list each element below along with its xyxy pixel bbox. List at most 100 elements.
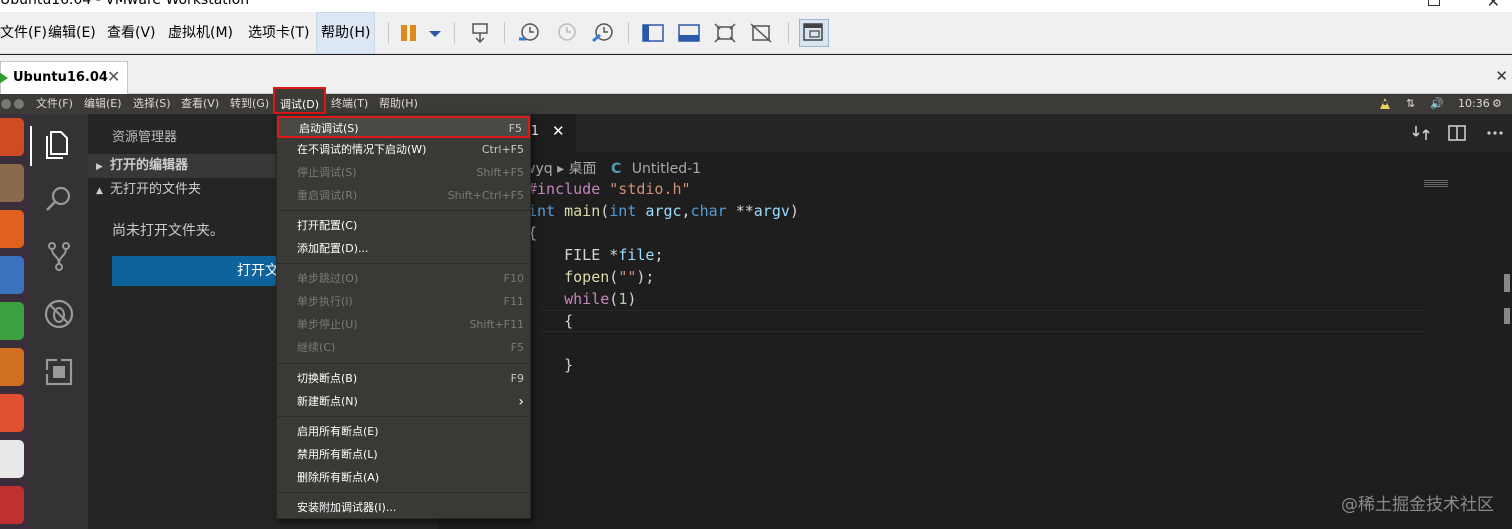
menu-item-label: 安装附加调试器(I)... xyxy=(297,501,397,514)
menu-separator xyxy=(277,363,530,364)
vm-menu-vm[interactable]: 虚拟机(M) xyxy=(164,12,237,54)
unity-launcher xyxy=(0,114,30,529)
vm-menu-edit[interactable]: 编辑(E) xyxy=(44,12,100,54)
debug-menu-dropdown: 启动调试(S) F5 在不调试的情况下启动(W) Ctrl+F5 停止调试(S) Shif… xyxy=(276,114,531,519)
clock[interactable]: 10:36 xyxy=(1458,94,1490,114)
snapshot-manager-icon[interactable] xyxy=(590,21,616,45)
menu-item-label: 添加配置(D)... xyxy=(297,242,369,255)
search-icon[interactable] xyxy=(43,184,75,216)
menu-item-label: 切换断点(B) xyxy=(297,372,358,385)
debug-menu-item[interactable]: 删除所有断点(A) xyxy=(277,467,530,489)
network-icon[interactable]: ⇅ xyxy=(1406,94,1415,114)
settings-icon[interactable] xyxy=(0,486,24,524)
pause-dropdown-icon[interactable] xyxy=(422,21,448,45)
impress-icon[interactable] xyxy=(0,348,24,386)
fullscreen-icon[interactable] xyxy=(712,21,738,45)
firefox-icon[interactable] xyxy=(0,210,24,248)
code-line: int main(int argc,char **argv) xyxy=(528,202,799,220)
debug-menu-item[interactable]: 启动调试(S) F5 xyxy=(277,116,530,138)
menu-item-label: 重启调试(R) xyxy=(297,189,358,202)
debug-menu-item[interactable]: 禁用所有断点(L) xyxy=(277,444,530,466)
vm-menu-help[interactable]: 帮助(H) xyxy=(316,12,376,54)
menu-item-label: 启动调试(S) xyxy=(299,122,359,135)
calc-icon[interactable] xyxy=(0,302,24,340)
volume-icon[interactable]: 🔊 xyxy=(1430,94,1444,114)
menu-item-shortcut: Ctrl+F5 xyxy=(481,143,524,156)
debug-menu-item[interactable]: 添加配置(D)... xyxy=(277,238,530,260)
breadcrumb-item[interactable]: Untitled-1 xyxy=(632,161,701,177)
breadcrumb-item[interactable]: 桌面 xyxy=(569,161,597,177)
close-window-button[interactable]: ✕ xyxy=(1487,0,1500,11)
editor-area: -1 ✕ wyq ▸ 桌面 C Untitled-1 #include "std… xyxy=(438,114,1512,529)
input-method-icon[interactable] xyxy=(1378,94,1392,114)
section-label: 打开的编辑器 xyxy=(110,158,189,173)
maximize-button[interactable] xyxy=(1428,0,1440,6)
code-line: FILE *file; xyxy=(528,246,664,264)
vmware-menubar: 文件(F) 编辑(E) 查看(V) 虚拟机(M) 选项卡(T) 帮助(H) xyxy=(0,12,1512,54)
extensions-icon[interactable] xyxy=(43,356,75,388)
app-menu-selection[interactable]: 选择(S) xyxy=(133,94,171,114)
menu-item-shortcut: Shift+Ctrl+F5 xyxy=(447,189,524,202)
split-editor-icon[interactable] xyxy=(1448,124,1466,142)
app-menu-debug[interactable]: 调试(D) xyxy=(273,87,327,114)
breadcrumb: wyq ▸ 桌面 C Untitled-1 xyxy=(524,158,701,178)
ubuntu-top-panel: 文件(F) 编辑(E) 选择(S) 查看(V) 转到(G) 调试(D) 终端(T… xyxy=(0,87,1512,114)
debug-menu-item[interactable]: 启用所有断点(E) xyxy=(277,421,530,443)
app-menu-file[interactable]: 文件(F) xyxy=(36,94,73,114)
close-icon[interactable]: ✕ xyxy=(1495,67,1508,85)
app-menu-terminal[interactable]: 终端(T) xyxy=(331,94,368,114)
explorer-icon[interactable] xyxy=(43,128,75,160)
close-icon[interactable]: ✕ xyxy=(552,122,565,140)
close-tab-icon[interactable]: ✕ xyxy=(107,67,120,86)
show-thumbnail-icon[interactable] xyxy=(676,21,702,45)
debug-menu-item[interactable]: 安装附加调试器(I)... xyxy=(277,497,530,519)
source-control-icon[interactable] xyxy=(43,240,75,272)
amazon-icon[interactable] xyxy=(0,440,24,478)
debug-menu-item[interactable]: 在不调试的情况下启动(W) Ctrl+F5 xyxy=(277,139,530,161)
writer-icon[interactable] xyxy=(0,256,24,294)
software-center-icon[interactable] xyxy=(0,394,24,432)
more-actions-icon[interactable] xyxy=(1486,124,1504,142)
ubuntu-dash-icon[interactable] xyxy=(0,118,24,156)
window-minimize-icon[interactable] xyxy=(14,99,24,109)
editor-tab-bar: -1 ✕ xyxy=(438,114,1512,152)
vm-menu-tabs[interactable]: 选项卡(T) xyxy=(244,12,313,54)
debug-menu-item[interactable]: 新建断点(N) › xyxy=(277,391,530,413)
vm-tab-ubuntu[interactable]: Ubuntu16.04 ✕ xyxy=(0,61,128,94)
toolbar-separator xyxy=(788,22,789,44)
snapshot-icon[interactable] xyxy=(516,21,542,45)
chevron-right-icon: ▶ xyxy=(96,162,103,172)
app-menu-view[interactable]: 查看(V) xyxy=(181,94,219,114)
app-menu-help[interactable]: 帮助(H) xyxy=(379,94,418,114)
send-keys-icon[interactable] xyxy=(467,21,493,45)
vm-running-icon xyxy=(0,72,8,84)
open-changes-icon[interactable] xyxy=(1412,124,1430,142)
files-icon[interactable] xyxy=(0,164,24,202)
debug-menu-item: 单步跳过(O) F10 xyxy=(277,268,530,290)
menu-item-label: 在不调试的情况下启动(W) xyxy=(297,143,427,156)
code-line: { xyxy=(528,224,538,242)
code-line: #include "stdio.h" xyxy=(528,180,691,198)
overview-ruler-mark xyxy=(1504,274,1510,292)
show-library-icon[interactable] xyxy=(640,21,666,45)
app-menu-edit[interactable]: 编辑(E) xyxy=(84,94,122,114)
window-close-icon[interactable] xyxy=(1,99,11,109)
code-line: } xyxy=(528,356,574,374)
code-editor[interactable]: #include "stdio.h" int main(int argc,char… xyxy=(528,178,799,376)
minimap[interactable] xyxy=(1424,180,1448,190)
code-line: while(1) xyxy=(564,290,637,308)
vmware-tab-strip: Ubuntu16.04 ✕ ✕ xyxy=(0,55,1512,94)
debug-menu-item[interactable]: 切换断点(B) F9 xyxy=(277,368,530,390)
vm-menu-view[interactable]: 查看(V) xyxy=(103,12,160,54)
code-line: fopen(""); xyxy=(564,268,655,286)
console-view-icon[interactable] xyxy=(799,19,829,47)
menu-item-label: 删除所有断点(A) xyxy=(297,471,380,484)
debug-icon[interactable] xyxy=(43,298,75,330)
debug-menu-item[interactable]: 打开配置(C) xyxy=(277,215,530,237)
power-gear-icon[interactable]: ⚙ xyxy=(1492,94,1502,114)
unity-mode-icon[interactable] xyxy=(748,21,774,45)
chevron-down-icon: ▲ xyxy=(96,186,103,196)
pause-icon[interactable] xyxy=(396,21,422,45)
toolbar-separator xyxy=(388,22,389,44)
app-menu-goto[interactable]: 转到(G) xyxy=(230,94,269,114)
